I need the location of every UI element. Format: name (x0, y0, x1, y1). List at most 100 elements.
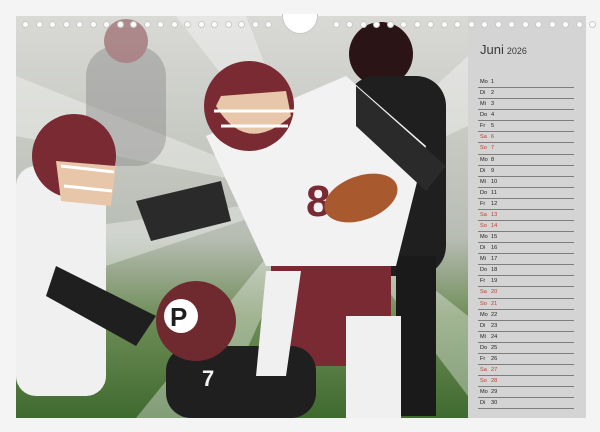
binding-hole (265, 21, 272, 28)
binding-hole (76, 21, 83, 28)
day-number: 21 (491, 300, 498, 307)
helmet-letter: P (170, 302, 187, 332)
jersey-number-tackler: 7 (202, 366, 214, 391)
calendar-sidebar: Juni 2026 Mo 1 Di 2 Mi 3 Do 4 Fr 5 Sa 6 So 7 Mo 8 Di 9 Mi 10… (468, 16, 586, 418)
binding-hole (481, 21, 488, 28)
month-year: 2026 (506, 46, 527, 56)
day-name: Di (480, 400, 486, 407)
day-name: Di (480, 322, 486, 329)
day-number: 11 (491, 189, 497, 196)
day-number: 9 (491, 167, 495, 174)
day-row: Fr 19 (478, 276, 574, 288)
day-number: 4 (491, 112, 495, 119)
binding-hole (575, 21, 583, 28)
day-row: Di 23 (478, 321, 574, 332)
day-row: Mo 15 (478, 232, 574, 244)
day-name: So (480, 378, 487, 385)
binding-hole (508, 21, 515, 28)
binding-hole (589, 21, 596, 28)
day-row: Di 30 (478, 398, 574, 410)
day-name: Mi (480, 333, 486, 340)
day-row: Di 16 (478, 243, 574, 255)
binding-hole (143, 21, 151, 28)
day-row: Mi 17 (478, 254, 574, 266)
day-row: So 7 (478, 143, 574, 155)
day-name: Sa (480, 367, 487, 374)
binding-hole (562, 21, 569, 28)
day-row: Sa 13 (478, 210, 574, 222)
day-name: Fr (480, 123, 486, 130)
day-name: Mo (480, 389, 488, 396)
day-name: Mi (480, 256, 486, 263)
day-row: Sa 6 (478, 132, 574, 144)
day-number: 3 (491, 101, 495, 108)
day-name: Do (480, 267, 488, 274)
day-name: Mi (480, 178, 486, 185)
binding-hole (373, 21, 380, 28)
binding-hole (103, 21, 110, 28)
football-illustration: 8 P 7 (16, 16, 468, 418)
day-row: So 14 (478, 221, 574, 233)
binding-hole (49, 21, 56, 28)
binding-hole (346, 21, 353, 28)
day-row: Do 18 (478, 265, 574, 277)
day-number: 10 (491, 178, 498, 185)
binding-hole (535, 21, 542, 28)
binding-hole (400, 21, 407, 28)
day-number: 8 (491, 156, 495, 163)
day-row: Mo 8 (478, 155, 574, 166)
day-row: Di 9 (478, 166, 574, 177)
day-name: Sa (480, 289, 487, 296)
binding-hole (440, 21, 448, 28)
day-row: Mi 24 (478, 332, 574, 343)
day-number: 18 (491, 267, 498, 274)
day-name: Sa (480, 134, 487, 141)
binding-hole (197, 21, 205, 28)
binding-hole (467, 21, 475, 28)
day-row: Mo 29 (478, 387, 574, 399)
day-name: Di (480, 167, 486, 174)
binding-hole (427, 21, 434, 28)
day-number: 13 (491, 211, 498, 218)
day-number: 6 (491, 134, 495, 141)
day-name: Fr (480, 278, 486, 285)
day-number: 7 (491, 145, 495, 152)
calendar-page: 8 P 7 Juni 2026 Mo 1 Di 2 Mi 3 Do 4 Fr 5… (0, 0, 600, 432)
day-number: 24 (491, 333, 498, 340)
day-name: So (480, 223, 487, 230)
day-number: 2 (491, 90, 495, 97)
day-row: Fr 12 (478, 199, 574, 210)
day-number: 29 (491, 389, 498, 396)
binding-hole (157, 21, 164, 28)
binding-hole (454, 21, 461, 28)
day-list: Mo 1 Di 2 Mi 3 Do 4 Fr 5 Sa 6 So 7 Mo 8 Di 9 Mi 10 Do 11 Fr 12 S… (478, 77, 574, 410)
day-number: 26 (491, 355, 498, 362)
binding-hole (494, 21, 502, 28)
day-row: Sa 20 (478, 287, 574, 299)
binding-hole (130, 21, 137, 28)
day-number: 5 (491, 123, 495, 130)
day-number: 15 (491, 234, 498, 241)
day-name: Do (480, 344, 488, 351)
day-row: Mo 1 (478, 77, 574, 89)
binding-hole (521, 21, 529, 28)
day-name: Do (480, 189, 488, 196)
binding-hole (548, 21, 556, 28)
day-number: 17 (491, 256, 498, 263)
binding-hole (238, 21, 245, 28)
day-row: Fr 26 (478, 354, 574, 366)
day-name: Mo (480, 156, 488, 163)
binding-hole (35, 21, 43, 28)
day-name: Do (480, 112, 488, 119)
day-number: 22 (491, 311, 498, 318)
day-row: Fr 5 (478, 121, 574, 133)
binding-hole (62, 21, 70, 28)
day-number: 28 (491, 378, 498, 385)
day-number: 1 (491, 79, 495, 85)
day-number: 25 (491, 344, 498, 351)
binding-hole (251, 21, 259, 28)
day-row: Sa 27 (478, 365, 574, 377)
binding-hole (332, 21, 340, 28)
day-number: 27 (491, 367, 498, 374)
day-name: Di (480, 90, 486, 97)
